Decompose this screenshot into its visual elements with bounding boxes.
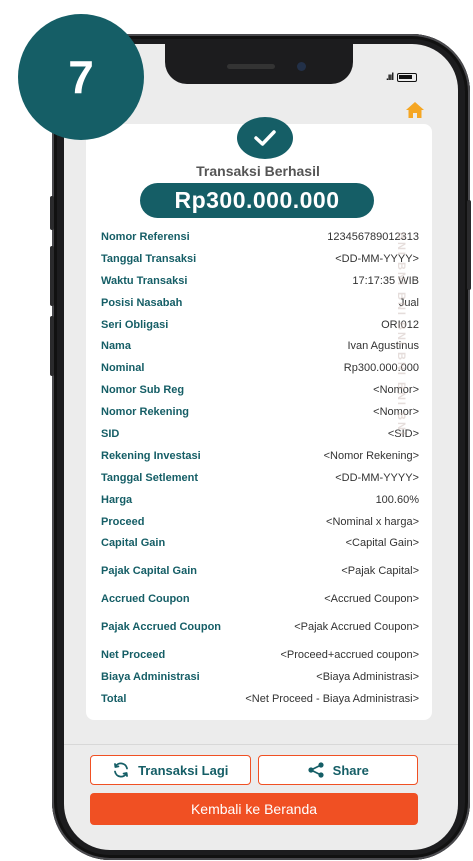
action-row: Transaksi Lagi Share bbox=[90, 755, 418, 785]
detail-row-proceed: Proceed <Nominal x harga> bbox=[101, 511, 419, 533]
detail-value: <DD-MM-YYYY> bbox=[335, 471, 419, 484]
detail-label: Net Proceed bbox=[101, 649, 166, 662]
detail-value: 17:17:35 WIB bbox=[352, 274, 419, 287]
detail-label: Proceed bbox=[101, 515, 145, 528]
detail-value: <Nominal x harga> bbox=[326, 515, 419, 528]
refresh-icon bbox=[114, 762, 128, 778]
detail-value: <Capital Gain> bbox=[345, 537, 419, 550]
detail-label: Posisi Nasabah bbox=[101, 296, 183, 309]
detail-row-pajak-capital-gain: Pajak Capital Gain <Pajak Capital> bbox=[101, 554, 419, 588]
detail-row-harga: Harga 100.60% bbox=[101, 489, 419, 511]
detail-row-accrued-coupon: Accrued Coupon <Accrued Coupon> bbox=[101, 588, 419, 610]
detail-label: Nominal bbox=[101, 362, 145, 375]
detail-row-nominal: Nominal Rp300.000.000 bbox=[101, 357, 419, 379]
detail-value: <Proceed+accrued coupon> bbox=[280, 649, 419, 662]
detail-value: <Pajak Capital> bbox=[341, 565, 419, 578]
detail-row-nama: Nama Ivan Agustinus bbox=[101, 335, 419, 357]
detail-row-nomor-referensi: Nomor Referensi 123456789012313 bbox=[101, 226, 419, 248]
detail-label: Harga bbox=[101, 493, 133, 506]
volume-down-button bbox=[50, 316, 54, 376]
mute-switch bbox=[50, 196, 54, 230]
detail-label: Capital Gain bbox=[101, 537, 166, 550]
detail-row-nomor-rekening: Nomor Rekening <Nomor> bbox=[101, 401, 419, 423]
kembali-ke-beranda-button[interactable]: Kembali ke Beranda bbox=[90, 793, 418, 825]
step-badge: 7 bbox=[18, 14, 144, 140]
detail-row-net-proceed: Net Proceed <Proceed+accrued coupon> bbox=[101, 644, 419, 666]
detail-label: Waktu Transaksi bbox=[101, 274, 188, 287]
detail-label: SID bbox=[101, 427, 120, 440]
detail-row-tanggal-transaksi: Tanggal Transaksi <DD-MM-YYYY> bbox=[101, 248, 419, 270]
detail-label: Seri Obligasi bbox=[101, 318, 169, 331]
detail-row-nomor-sub-reg: Nomor Sub Reg <Nomor> bbox=[101, 379, 419, 401]
home-icon[interactable] bbox=[405, 101, 425, 119]
success-check-icon bbox=[237, 117, 293, 159]
power-button bbox=[467, 200, 471, 290]
detail-label: Total bbox=[101, 692, 127, 705]
signal-icon: .ııl bbox=[386, 72, 394, 83]
action-divider bbox=[64, 744, 458, 745]
detail-row-capital-gain: Capital Gain <Capital Gain> bbox=[101, 532, 419, 554]
detail-row-waktu-transaksi: Waktu Transaksi 17:17:35 WIB bbox=[101, 270, 419, 292]
transaksi-lagi-label: Transaksi Lagi bbox=[138, 762, 229, 778]
volume-up-button bbox=[50, 246, 54, 306]
detail-label: Accrued Coupon bbox=[101, 593, 190, 606]
detail-row-seri-obligasi: Seri Obligasi ORI012 bbox=[101, 314, 419, 336]
detail-value: <Net Proceed - Biaya Administrasi> bbox=[245, 692, 419, 705]
notch bbox=[165, 44, 353, 84]
detail-label: Pajak Capital Gain bbox=[101, 565, 197, 578]
detail-list: Nomor Referensi 123456789012313 Tanggal T… bbox=[101, 226, 419, 710]
amount-pill: Rp300.000.000 bbox=[140, 183, 374, 218]
detail-label: Pajak Accrued Coupon bbox=[101, 621, 222, 634]
detail-value: <Biaya Administrasi> bbox=[316, 671, 419, 684]
camera bbox=[297, 62, 306, 71]
share-icon bbox=[308, 762, 324, 778]
status-bar: .ııl bbox=[386, 72, 418, 83]
detail-label: Nama bbox=[101, 340, 131, 353]
detail-label: Tanggal Setlement bbox=[101, 471, 198, 484]
detail-label: Rekening Investasi bbox=[101, 449, 201, 462]
detail-label: Biaya Administrasi bbox=[101, 671, 200, 684]
detail-label: Nomor Sub Reg bbox=[101, 384, 185, 397]
share-button[interactable]: Share bbox=[257, 755, 418, 785]
detail-label: Nomor Rekening bbox=[101, 406, 190, 419]
detail-value: <Nomor Rekening> bbox=[323, 449, 419, 462]
detail-row-biaya-administrasi: Biaya Administrasi <Biaya Administrasi> bbox=[101, 666, 419, 688]
transaksi-lagi-button[interactable]: Transaksi Lagi bbox=[90, 755, 251, 785]
detail-value: 100.60% bbox=[375, 493, 419, 506]
detail-row-sid: SID <SID> bbox=[101, 423, 419, 445]
detail-row-pajak-accrued-coupon: Pajak Accrued Coupon <Pajak Accrued Coupo… bbox=[101, 610, 419, 644]
bni-watermark: BNI BNI BNI BNI BNI BNI BNI bbox=[395, 232, 407, 437]
detail-label: Tanggal Transaksi bbox=[101, 252, 197, 265]
detail-value: <Pajak Accrued Coupon> bbox=[294, 621, 419, 634]
share-label: Share bbox=[332, 762, 369, 778]
detail-label: Nomor Referensi bbox=[101, 230, 190, 243]
speaker bbox=[227, 64, 275, 69]
detail-row-total: Total <Net Proceed - Biaya Administrasi> bbox=[101, 688, 419, 710]
battery-icon bbox=[397, 73, 418, 82]
detail-row-tanggal-setlement: Tanggal Setlement <DD-MM-YYYY> bbox=[101, 467, 419, 489]
detail-value: <Accrued Coupon> bbox=[324, 593, 419, 606]
detail-row-rekening-investasi: Rekening Investasi <Nomor Rekening> bbox=[101, 445, 419, 467]
detail-row-posisi-nasabah: Posisi Nasabah Jual bbox=[101, 292, 419, 314]
detail-value: Ivan Agustinus bbox=[347, 340, 419, 353]
detail-value: Rp300.000.000 bbox=[343, 362, 419, 375]
success-title: Transaksi Berhasil bbox=[196, 163, 320, 179]
